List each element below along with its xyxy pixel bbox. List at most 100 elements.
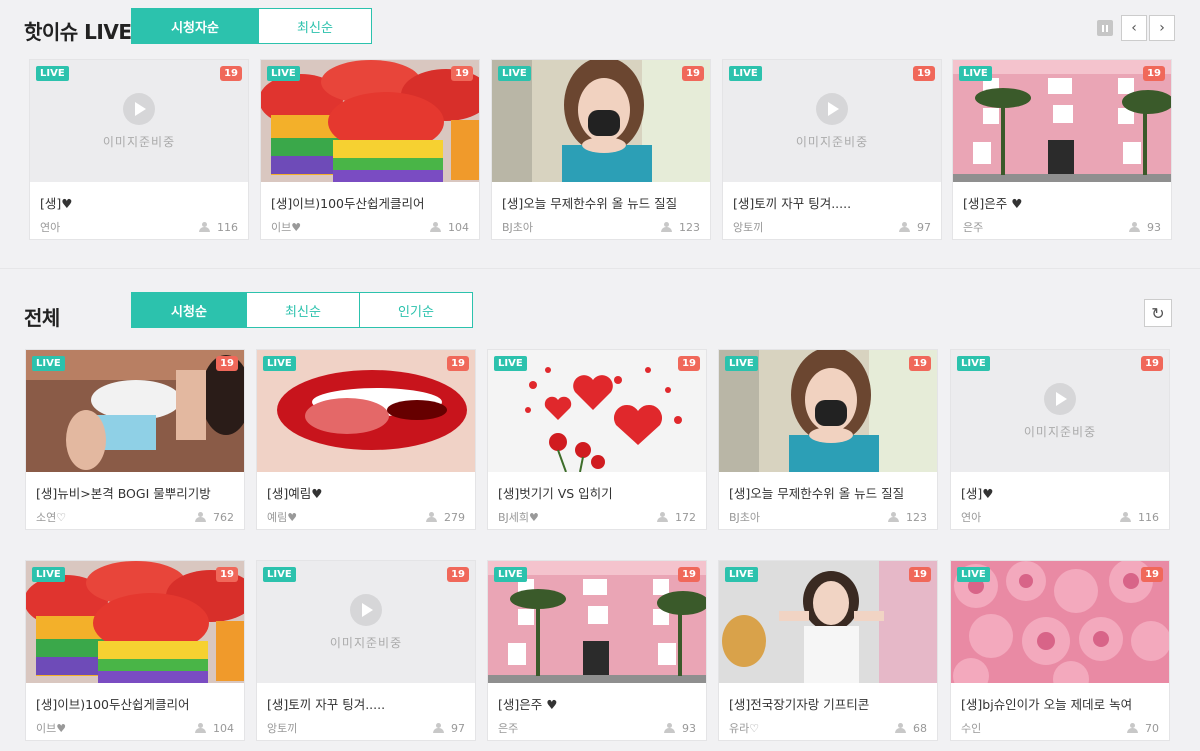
stream-title[interactable]: [생]이브)100두산쉽게클리어 bbox=[36, 694, 236, 713]
viewer-number: 93 bbox=[682, 721, 696, 735]
users-icon bbox=[664, 723, 678, 733]
stream-title[interactable]: [생]은주 ♥ bbox=[963, 193, 1163, 212]
age-rating-badge: 19 bbox=[1141, 356, 1163, 371]
tab-latest-sort[interactable]: 최신순 bbox=[247, 292, 360, 328]
stream-thumbnail[interactable]: 이미지준비중 LIVE 19 bbox=[257, 561, 475, 683]
age-rating-badge: 19 bbox=[1141, 567, 1163, 582]
live-badge: LIVE bbox=[36, 66, 69, 81]
next-arrow-button[interactable]: › bbox=[1149, 15, 1175, 41]
stream-title[interactable]: [생]은주 ♥ bbox=[498, 694, 698, 713]
stream-card[interactable]: 이미지준비중 LIVE 19 [생]♥ 연아 116 bbox=[29, 59, 249, 240]
streamer-name: 수인 bbox=[961, 722, 982, 735]
age-rating-badge: 19 bbox=[909, 567, 931, 582]
viewer-count: 93 bbox=[664, 720, 696, 736]
live-badge: LIVE bbox=[263, 567, 296, 582]
pause-icon[interactable] bbox=[1097, 20, 1113, 36]
stream-card[interactable]: LIVE 19 [생]예림♥ 예림♥ 279 bbox=[256, 349, 476, 530]
viewer-count: 104 bbox=[430, 219, 469, 235]
stream-thumbnail[interactable]: LIVE 19 bbox=[488, 561, 706, 683]
stream-meta: BJ초아 123 bbox=[502, 219, 700, 235]
users-icon bbox=[657, 512, 671, 522]
live-badge: LIVE bbox=[725, 356, 758, 371]
age-rating-badge: 19 bbox=[1143, 66, 1165, 81]
streamer-name: 이브♥ bbox=[271, 221, 302, 234]
stream-thumbnail[interactable]: LIVE 19 bbox=[492, 60, 710, 182]
stream-title[interactable]: [생]전국장기자랑 기프티콘 bbox=[729, 694, 929, 713]
stream-card[interactable]: 이미지준비중 LIVE 19 [생]♥ 연아 116 bbox=[950, 349, 1170, 530]
viewer-count: 279 bbox=[426, 509, 465, 525]
viewer-count: 68 bbox=[895, 720, 927, 736]
viewer-count: 123 bbox=[888, 509, 927, 525]
stream-meta: 은주 93 bbox=[963, 219, 1161, 235]
users-icon bbox=[888, 512, 902, 522]
live-badge: LIVE bbox=[32, 567, 65, 582]
stream-card[interactable]: LIVE 19 [생]전국장기자랑 기프티콘유라♡ 68 bbox=[718, 560, 938, 741]
stream-thumbnail[interactable]: 이미지준비중 LIVE 19 bbox=[951, 350, 1169, 472]
stream-thumbnail[interactable]: LIVE 19 bbox=[719, 350, 937, 472]
viewer-number: 97 bbox=[917, 220, 931, 234]
stream-thumbnail[interactable]: LIVE 19 bbox=[951, 561, 1169, 683]
stream-thumbnail[interactable]: LIVE 19 bbox=[26, 561, 244, 683]
stream-meta: 소연♡ 762 bbox=[36, 509, 234, 525]
stream-title[interactable]: [생]bj슈인이가 오늘 제데로 녹여 bbox=[961, 694, 1161, 713]
streamer-name: 앙토끼 bbox=[267, 722, 298, 735]
stream-title[interactable]: [생]오늘 무제한수위 올 뉴드 질질 bbox=[729, 483, 929, 502]
tab-popular-sort[interactable]: 인기순 bbox=[360, 292, 473, 328]
live-badge: LIVE bbox=[32, 356, 65, 371]
stream-card[interactable]: 이미지준비중 LIVE 19 [생]토끼 자꾸 팅겨..... 앙토끼 97 bbox=[256, 560, 476, 741]
tab-views-sort[interactable]: 시청순 bbox=[131, 292, 247, 328]
stream-meta: 이브♥ 104 bbox=[36, 720, 234, 736]
stream-card[interactable]: LIVE 19 [생]뉴비>본격 BOGI 물뿌리기방소연♡ 762 bbox=[25, 349, 245, 530]
streamer-name: BJ초아 bbox=[502, 221, 534, 234]
viewer-number: 68 bbox=[913, 721, 927, 735]
age-rating-badge: 19 bbox=[678, 356, 700, 371]
stream-card[interactable]: LIVE 19 [생]은주 ♥ 은주 93 bbox=[952, 59, 1172, 240]
stream-title[interactable]: [생]이브)100두산쉽게클리어 bbox=[271, 193, 471, 212]
stream-thumbnail[interactable]: LIVE 19 bbox=[488, 350, 706, 472]
stream-card[interactable]: LIVE 19 [생]오늘 무제한수위 올 뉴드 질질 BJ초아 123 bbox=[718, 349, 938, 530]
stream-title[interactable]: [생]토끼 자꾸 팅겨..... bbox=[267, 694, 467, 713]
viewer-count: 70 bbox=[1127, 720, 1159, 736]
stream-thumbnail[interactable]: LIVE 19 bbox=[261, 60, 479, 182]
refresh-button[interactable]: ↻ bbox=[1144, 299, 1172, 327]
viewer-count: 93 bbox=[1129, 219, 1161, 235]
stream-meta: BJ세희♥ 172 bbox=[498, 509, 696, 525]
streamer-name: 은주 bbox=[963, 221, 984, 234]
play-icon bbox=[816, 92, 848, 125]
stream-title[interactable]: [생]오늘 무제한수위 올 뉴드 질질 bbox=[502, 193, 702, 212]
play-icon bbox=[123, 92, 155, 125]
live-badge: LIVE bbox=[957, 567, 990, 582]
age-rating-badge: 19 bbox=[913, 66, 935, 81]
streamer-name: 이브♥ bbox=[36, 722, 67, 735]
stream-card[interactable]: LIVE 19 [생]이브)100두산쉽게클리어이브♥ 104 bbox=[260, 59, 480, 240]
age-rating-badge: 19 bbox=[216, 567, 238, 582]
stream-thumbnail[interactable]: LIVE 19 bbox=[257, 350, 475, 472]
stream-card[interactable]: LIVE 19 [생]이브)100두산쉽게클리어이브♥ 104 bbox=[25, 560, 245, 741]
stream-card[interactable]: 이미지준비중 LIVE 19 [생]토끼 자꾸 팅겨..... 앙토끼 97 bbox=[722, 59, 942, 240]
viewer-number: 97 bbox=[451, 721, 465, 735]
prev-arrow-button[interactable]: ‹ bbox=[1121, 15, 1147, 41]
tab-latest-sort[interactable]: 최신순 bbox=[259, 8, 372, 44]
stream-thumbnail[interactable]: 이미지준비중 LIVE 19 bbox=[30, 60, 248, 182]
stream-title[interactable]: [생]뉴비>본격 BOGI 물뿌리기방 bbox=[36, 483, 236, 502]
stream-card[interactable]: LIVE 19 [생]오늘 무제한수위 올 뉴드 질질 BJ초아 123 bbox=[491, 59, 711, 240]
stream-thumbnail[interactable]: LIVE 19 bbox=[719, 561, 937, 683]
stream-card[interactable]: LIVE 19 [생]은주 ♥ 은주 93 bbox=[487, 560, 707, 741]
live-badge: LIVE bbox=[957, 356, 990, 371]
stream-title[interactable]: [생]♥ bbox=[40, 193, 240, 212]
streamer-name: 예림♥ bbox=[267, 511, 298, 524]
stream-title[interactable]: [생]♥ bbox=[961, 483, 1161, 502]
stream-title[interactable]: [생]토끼 자꾸 팅겨..... bbox=[733, 193, 933, 212]
streamer-name: 유라♡ bbox=[729, 722, 760, 735]
stream-thumbnail[interactable]: 이미지준비중 LIVE 19 bbox=[723, 60, 941, 182]
stream-card[interactable]: LIVE 19 [생]벗기기 VS 입히기 BJ세희♥ 172 bbox=[487, 349, 707, 530]
stream-thumbnail[interactable]: LIVE 19 bbox=[26, 350, 244, 472]
tab-viewers-sort[interactable]: 시청자순 bbox=[131, 8, 259, 44]
stream-card[interactable]: LIVE 19 [생]bj슈인이가 오늘 제데로 녹여수인 70 bbox=[950, 560, 1170, 741]
stream-thumbnail[interactable]: LIVE 19 bbox=[953, 60, 1171, 182]
users-icon bbox=[430, 222, 444, 232]
all-section-title: 전체 bbox=[24, 306, 60, 330]
stream-title[interactable]: [생]벗기기 VS 입히기 bbox=[498, 483, 698, 502]
age-rating-badge: 19 bbox=[451, 66, 473, 81]
stream-title[interactable]: [생]예림♥ bbox=[267, 483, 467, 502]
